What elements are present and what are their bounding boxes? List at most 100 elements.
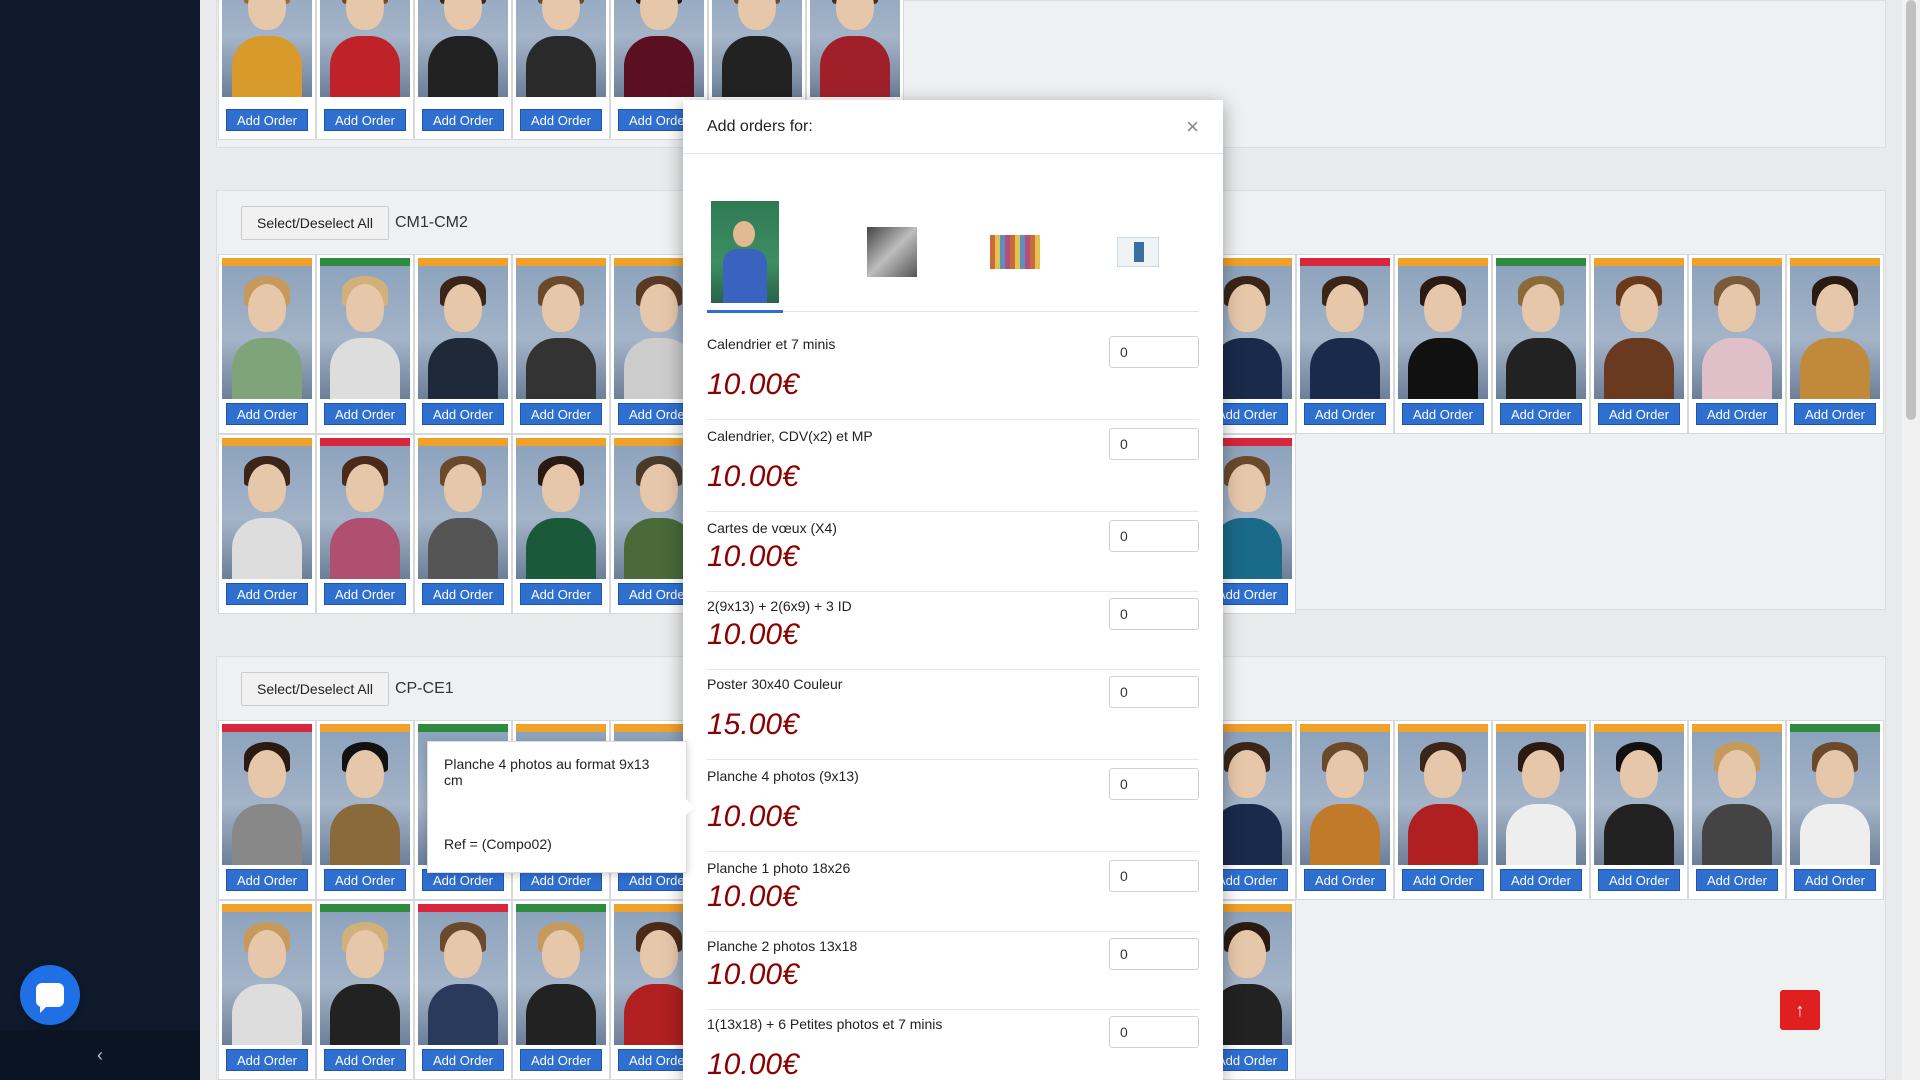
- quantity-input[interactable]: 0: [1109, 428, 1199, 460]
- page-scrollbar[interactable]: [1902, 0, 1920, 1080]
- add-order-button[interactable]: Add Order: [422, 109, 504, 131]
- product-name: 2(9x13) + 2(6x9) + 3 ID: [707, 598, 852, 614]
- sidebar-collapse-button[interactable]: ‹: [0, 1030, 200, 1080]
- student-card: Add Order: [1492, 254, 1590, 434]
- add-order-button[interactable]: Add Order: [226, 403, 308, 425]
- student-card: Add Order: [1394, 254, 1492, 434]
- product-row: Planche 1 photo 18x26 10.00€ 0: [707, 860, 1199, 932]
- student-card: Add Order: [1492, 720, 1590, 900]
- photo-thumbnail: [1116, 236, 1159, 267]
- tab-photo-3[interactable]: [953, 192, 1076, 312]
- product-price: 10.00€: [707, 540, 799, 573]
- add-order-button[interactable]: Add Order: [226, 109, 308, 131]
- product-price: 10.00€: [707, 1048, 799, 1080]
- add-order-button[interactable]: Add Order: [1402, 403, 1484, 425]
- modal-header: Add orders for: ×: [683, 100, 1223, 154]
- photo-grid-cp-ce1-row2: Add Order Add Order Add Order Add Order …: [218, 900, 708, 1080]
- add-order-button[interactable]: Add Order: [1794, 869, 1876, 891]
- product-name: Calendrier, CDV(x2) et MP: [707, 428, 873, 444]
- quantity-input[interactable]: 0: [1109, 938, 1199, 970]
- add-order-button[interactable]: Add Order: [1696, 403, 1778, 425]
- tab-photo-2[interactable]: [830, 192, 953, 312]
- scrollbar-thumb[interactable]: [1906, 0, 1916, 420]
- student-card: Add Order: [1296, 720, 1394, 900]
- select-deselect-all-button[interactable]: Select/Deselect All: [241, 206, 389, 240]
- student-card: Add Order: [1786, 720, 1884, 900]
- student-card: Add Order: [218, 434, 316, 614]
- add-order-button[interactable]: Add Order: [324, 583, 406, 605]
- quantity-input[interactable]: 0: [1109, 598, 1199, 630]
- photo-tabs: [707, 192, 1199, 313]
- photo-grid-cm1-cm2-row1: Add Order Add Order Add Order Add Order …: [218, 254, 708, 434]
- modal-title: Add orders for:: [707, 117, 813, 135]
- add-order-button[interactable]: Add Order: [226, 583, 308, 605]
- add-order-button[interactable]: Add Order: [1304, 869, 1386, 891]
- close-icon[interactable]: ×: [1186, 115, 1199, 138]
- add-order-button[interactable]: Add Order: [324, 403, 406, 425]
- product-name: Poster 30x40 Couleur: [707, 676, 843, 692]
- product-price: 10.00€: [707, 460, 799, 493]
- product-row: Planche 4 photos (9x13) 10.00€ 0: [707, 768, 1199, 852]
- photo-thumbnail: [989, 234, 1040, 269]
- add-order-button[interactable]: Add Order: [1500, 869, 1582, 891]
- add-order-button[interactable]: Add Order: [1402, 869, 1484, 891]
- product-row: 2(9x13) + 2(6x9) + 3 ID 10.00€ 0: [707, 598, 1199, 670]
- add-order-button[interactable]: Add Order: [226, 869, 308, 891]
- product-price: 10.00€: [707, 618, 799, 651]
- product-row: Calendrier et 7 minis 10.00€ 0: [707, 336, 1199, 420]
- student-card: Add Order: [512, 254, 610, 434]
- add-order-button[interactable]: Add Order: [520, 583, 602, 605]
- product-price: 10.00€: [707, 958, 799, 991]
- tab-photo-4[interactable]: [1076, 192, 1199, 312]
- product-row: Planche 2 photos 13x18 10.00€ 0: [707, 938, 1199, 1010]
- add-order-button[interactable]: Add Order: [324, 1049, 406, 1071]
- student-card: Add Order: [1590, 254, 1688, 434]
- student-card: Add Order: [316, 254, 414, 434]
- quantity-input[interactable]: 0: [1109, 860, 1199, 892]
- photo-thumbnail: [866, 226, 917, 277]
- product-name: Planche 2 photos 13x18: [707, 938, 858, 954]
- add-order-button[interactable]: Add Order: [1500, 403, 1582, 425]
- student-card: Add Order: [414, 254, 512, 434]
- photo-thumbnail: [711, 200, 779, 303]
- add-order-button[interactable]: Add Order: [226, 1049, 308, 1071]
- add-order-button[interactable]: Add Order: [422, 403, 504, 425]
- add-order-button[interactable]: Add Order: [324, 869, 406, 891]
- add-order-button[interactable]: Add Order: [520, 403, 602, 425]
- class-name: CM1-CM2: [394, 214, 468, 231]
- add-orders-modal: Add orders for: × Calendrier et 7 minis …: [683, 100, 1223, 1080]
- add-order-button[interactable]: Add Order: [1598, 869, 1680, 891]
- back-to-top-button[interactable]: ↑: [1780, 990, 1820, 1030]
- add-order-button[interactable]: Add Order: [520, 1049, 602, 1071]
- student-card: Add Order: [414, 0, 512, 140]
- add-order-button[interactable]: Add Order: [1304, 403, 1386, 425]
- student-card: Add Order: [218, 254, 316, 434]
- student-card: Add Order: [414, 434, 512, 614]
- quantity-input[interactable]: 0: [1109, 1016, 1199, 1048]
- student-card: Add Order: [1688, 720, 1786, 900]
- add-order-button[interactable]: Add Order: [1598, 403, 1680, 425]
- select-deselect-all-button[interactable]: Select/Deselect All: [241, 672, 389, 706]
- add-order-button[interactable]: Add Order: [1794, 403, 1876, 425]
- add-order-button[interactable]: Add Order: [324, 109, 406, 131]
- student-card: Add Order: [1394, 720, 1492, 900]
- quantity-input[interactable]: 0: [1109, 520, 1199, 552]
- add-order-button[interactable]: Add Order: [520, 109, 602, 131]
- add-order-button[interactable]: Add Order: [422, 583, 504, 605]
- add-order-button[interactable]: Add Order: [422, 1049, 504, 1071]
- quantity-input[interactable]: 0: [1109, 676, 1199, 708]
- photo-grid-cm1-cm2-row1-right: Add Order Add Order Add Order Add Order …: [1198, 254, 1884, 434]
- product-row: 1(13x18) + 6 Petites photos et 7 minis 1…: [707, 1016, 1199, 1080]
- tab-photo-1[interactable]: [707, 192, 830, 313]
- student-card: Add Order: [414, 900, 512, 1080]
- student-card: Add Order: [218, 900, 316, 1080]
- photo-grid-cp-ce1-row1-right: Add Order Add Order Add Order Add Order …: [1198, 720, 1884, 900]
- student-card: Add Order: [512, 0, 610, 140]
- add-order-button[interactable]: Add Order: [1696, 869, 1778, 891]
- quantity-input[interactable]: 0: [1109, 336, 1199, 368]
- quantity-input[interactable]: 0: [1109, 768, 1199, 800]
- chat-bubble-icon[interactable]: [20, 965, 80, 1025]
- student-card: Add Order: [1688, 254, 1786, 434]
- product-name: Planche 4 photos (9x13): [707, 768, 859, 784]
- product-row: Cartes de vœux (X4) 10.00€ 0: [707, 520, 1199, 592]
